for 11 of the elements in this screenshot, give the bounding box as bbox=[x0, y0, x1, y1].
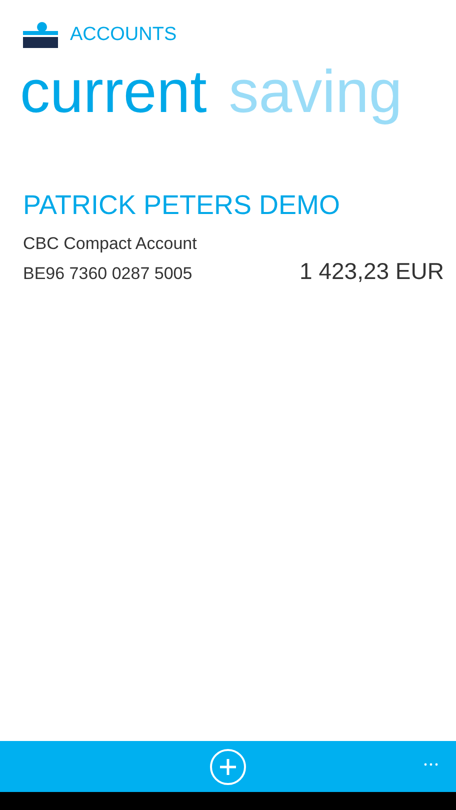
add-button[interactable] bbox=[210, 748, 246, 784]
account-iban: BE96 7360 0287 5005 bbox=[23, 263, 192, 285]
account-holder[interactable]: PATRICK PETERS DEMO bbox=[23, 190, 444, 221]
pivot-tab[interactable]: saving bbox=[228, 52, 402, 132]
plus-icon bbox=[218, 756, 238, 776]
bank-logo-icon bbox=[23, 22, 58, 48]
more-icon[interactable] bbox=[424, 763, 438, 766]
page-title: ACCOUNTS bbox=[70, 24, 177, 46]
account-product: CBC Compact Account bbox=[23, 233, 197, 255]
account-balance: 1 423,23 EUR bbox=[300, 258, 444, 285]
pivot-tab[interactable]: current bbox=[20, 52, 207, 132]
